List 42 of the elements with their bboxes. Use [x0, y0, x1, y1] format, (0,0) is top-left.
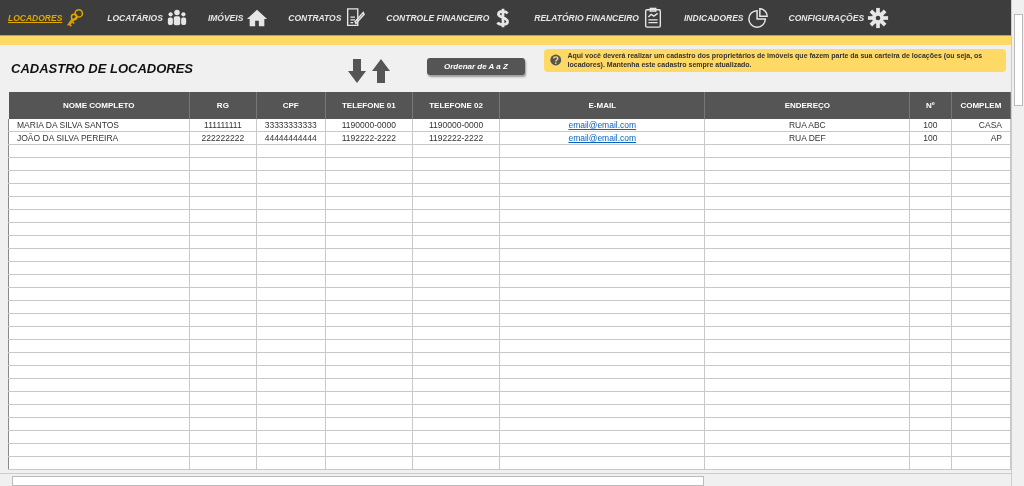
table-cell: 1190000-0000: [428, 120, 484, 130]
settings-icon: [867, 6, 890, 29]
pie-chart-icon: [746, 6, 769, 29]
nav-tab[interactable]: CONTROLE FINANCEIRO: [386, 6, 515, 29]
table-cell: 1192222-2222: [428, 133, 484, 143]
table-cell: RUA DEF: [788, 133, 826, 143]
column-header: COMPLEM: [951, 92, 1011, 119]
column-header: CPF: [256, 92, 326, 119]
table-cell: 100: [923, 120, 938, 130]
nav-tab[interactable]: CONFIGURAÇÕES: [788, 6, 890, 29]
horizontal-scrollbar[interactable]: [0, 473, 1011, 486]
nav-tab[interactable]: LOCATÁRIOS: [107, 6, 188, 29]
table-cell: RUA ABC: [788, 120, 826, 130]
document-icon: [344, 6, 367, 29]
table-cell: MARIA DA SILVA SANTOS: [17, 120, 120, 130]
table-cell: JOÃO DA SILVA PEREIRA: [17, 133, 119, 143]
column-header: RG: [189, 92, 257, 119]
nav-tab[interactable]: CONTRATOS: [288, 6, 367, 29]
table-cell: AP: [990, 133, 1002, 143]
column-header: TELEFONE 01: [325, 92, 413, 119]
column-header: TELEFONE 02: [412, 92, 500, 119]
page-title: CADASTRO DE LOCADORES: [11, 61, 194, 76]
column-header: ENDEREÇO: [704, 92, 910, 119]
nav-tab[interactable]: LOCADORES: [8, 6, 88, 29]
column-header: E-MAIL: [499, 92, 705, 119]
table-cell: 1190000-0000: [341, 120, 396, 130]
table-cell: CASA: [978, 120, 1002, 130]
table-cell: 44444444444: [264, 133, 317, 143]
table-cell: 111111111: [204, 120, 242, 130]
column-header: NOME COMPLETO: [8, 92, 190, 119]
vertical-scrollbar[interactable]: [1011, 0, 1024, 486]
nav-tab[interactable]: RELATÓRIO FINANCEIRO: [534, 6, 664, 29]
sort-button[interactable]: Ordenar de A a Z: [427, 58, 525, 75]
table-cell: 1192222-2222: [341, 133, 396, 143]
column-header: Nº: [909, 92, 952, 119]
table-cell: 222222222: [201, 133, 245, 143]
nav-tab[interactable]: IMÓVEIS: [207, 6, 269, 29]
clipboard-icon: [642, 6, 664, 29]
table-cell: 100: [923, 133, 938, 143]
nav-tab[interactable]: INDICADORES: [684, 6, 769, 29]
table-cell: 33333333333: [264, 120, 317, 130]
sort-arrows-icon[interactable]: [347, 57, 391, 84]
